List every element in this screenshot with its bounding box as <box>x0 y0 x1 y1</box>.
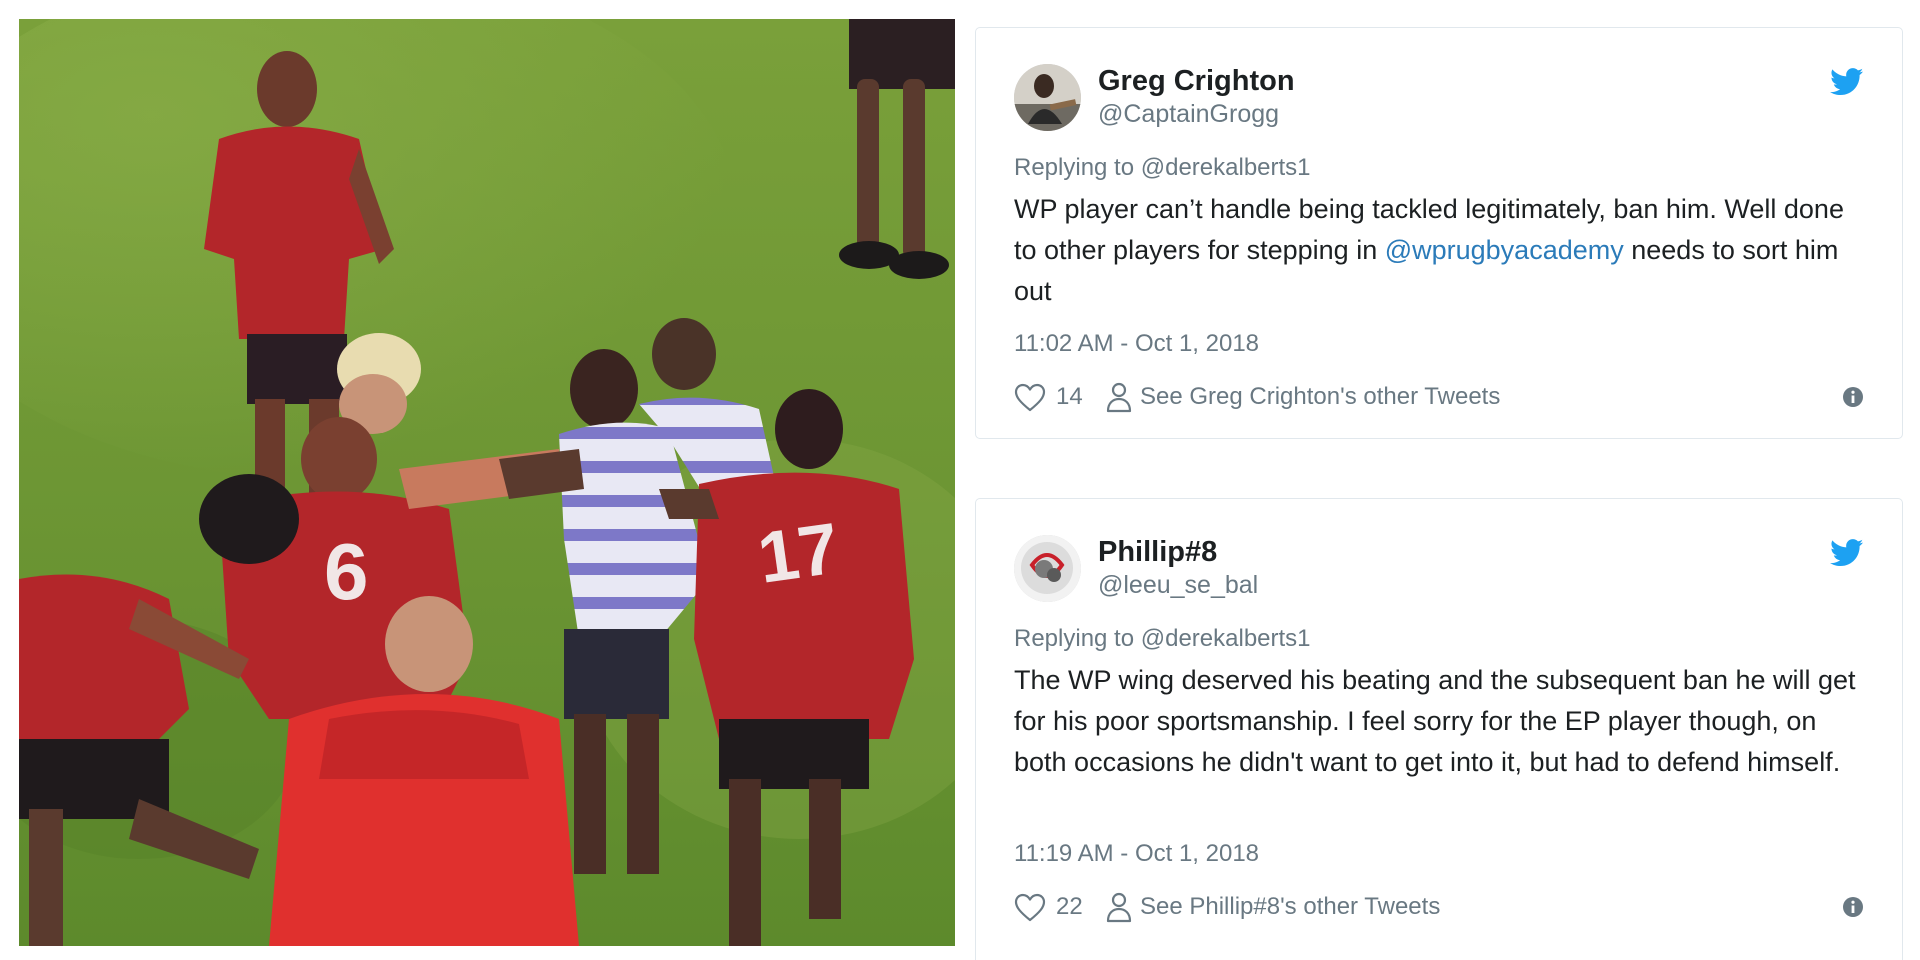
person-icon[interactable] <box>1106 891 1132 923</box>
person-icon[interactable] <box>1106 381 1132 413</box>
like-count: 14 <box>1056 383 1083 410</box>
avatar-image <box>1014 535 1081 602</box>
tweet-card[interactable]: Greg Crighton @CaptainGrogg Replying to … <box>975 27 1903 439</box>
tweet-timestamp[interactable]: 11:02 AM - Oct 1, 2018 <box>1014 330 1259 358</box>
user-handle[interactable]: @leeu_se_bal <box>1098 571 1258 600</box>
tweet-text: The WP wing deserved his beating and the… <box>1014 665 1856 777</box>
avatar-image <box>1014 64 1081 131</box>
see-other-tweets-link[interactable]: See Greg Crighton's other Tweets <box>1140 383 1500 411</box>
replying-to-line: Replying to @derekalberts1 <box>1014 154 1311 182</box>
avatar[interactable] <box>1014 64 1081 131</box>
rugby-scene-illustration: 6 17 <box>19 19 955 946</box>
info-icon[interactable] <box>1842 386 1864 408</box>
like-count: 22 <box>1056 893 1083 920</box>
tweet-actions: 14 See Greg Crighton's other Tweets <box>1014 381 1864 415</box>
tweet-header: Greg Crighton @CaptainGrogg <box>1014 64 1864 134</box>
display-name[interactable]: Phillip#8 <box>1098 536 1217 569</box>
replying-to-prefix: Replying to <box>1014 154 1141 181</box>
heart-icon[interactable] <box>1014 383 1046 412</box>
svg-text:17: 17 <box>753 508 843 598</box>
svg-text:6: 6 <box>324 527 369 616</box>
page: 6 17 Greg Crighton @CaptainGrogg Replyin… <box>0 0 1920 960</box>
heart-icon[interactable] <box>1014 893 1046 922</box>
tweet-header: Phillip#8 @leeu_se_bal <box>1014 535 1864 605</box>
twitter-bird-icon[interactable] <box>1830 68 1864 96</box>
display-name[interactable]: Greg Crighton <box>1098 65 1295 98</box>
tweet-actions: 22 See Phillip#8's other Tweets <box>1014 891 1864 925</box>
tweet-card[interactable]: Phillip#8 @leeu_se_bal Replying to @dere… <box>975 498 1903 960</box>
user-handle[interactable]: @CaptainGrogg <box>1098 100 1279 129</box>
avatar[interactable] <box>1014 535 1081 602</box>
replying-to-handle[interactable]: @derekalberts1 <box>1141 625 1311 652</box>
rugby-match-photo[interactable]: 6 17 <box>19 19 955 946</box>
tweet-timestamp[interactable]: 11:19 AM - Oct 1, 2018 <box>1014 840 1259 868</box>
mention-link[interactable]: @wprugbyacademy <box>1385 235 1624 265</box>
info-icon[interactable] <box>1842 896 1864 918</box>
replying-to-line: Replying to @derekalberts1 <box>1014 625 1311 653</box>
replying-to-prefix: Replying to <box>1014 625 1141 652</box>
see-other-tweets-link[interactable]: See Phillip#8's other Tweets <box>1140 893 1440 921</box>
twitter-bird-icon[interactable] <box>1830 539 1864 567</box>
tweet-text: WP player can’t handle being tackled leg… <box>1014 189 1872 312</box>
replying-to-handle[interactable]: @derekalberts1 <box>1141 154 1311 181</box>
